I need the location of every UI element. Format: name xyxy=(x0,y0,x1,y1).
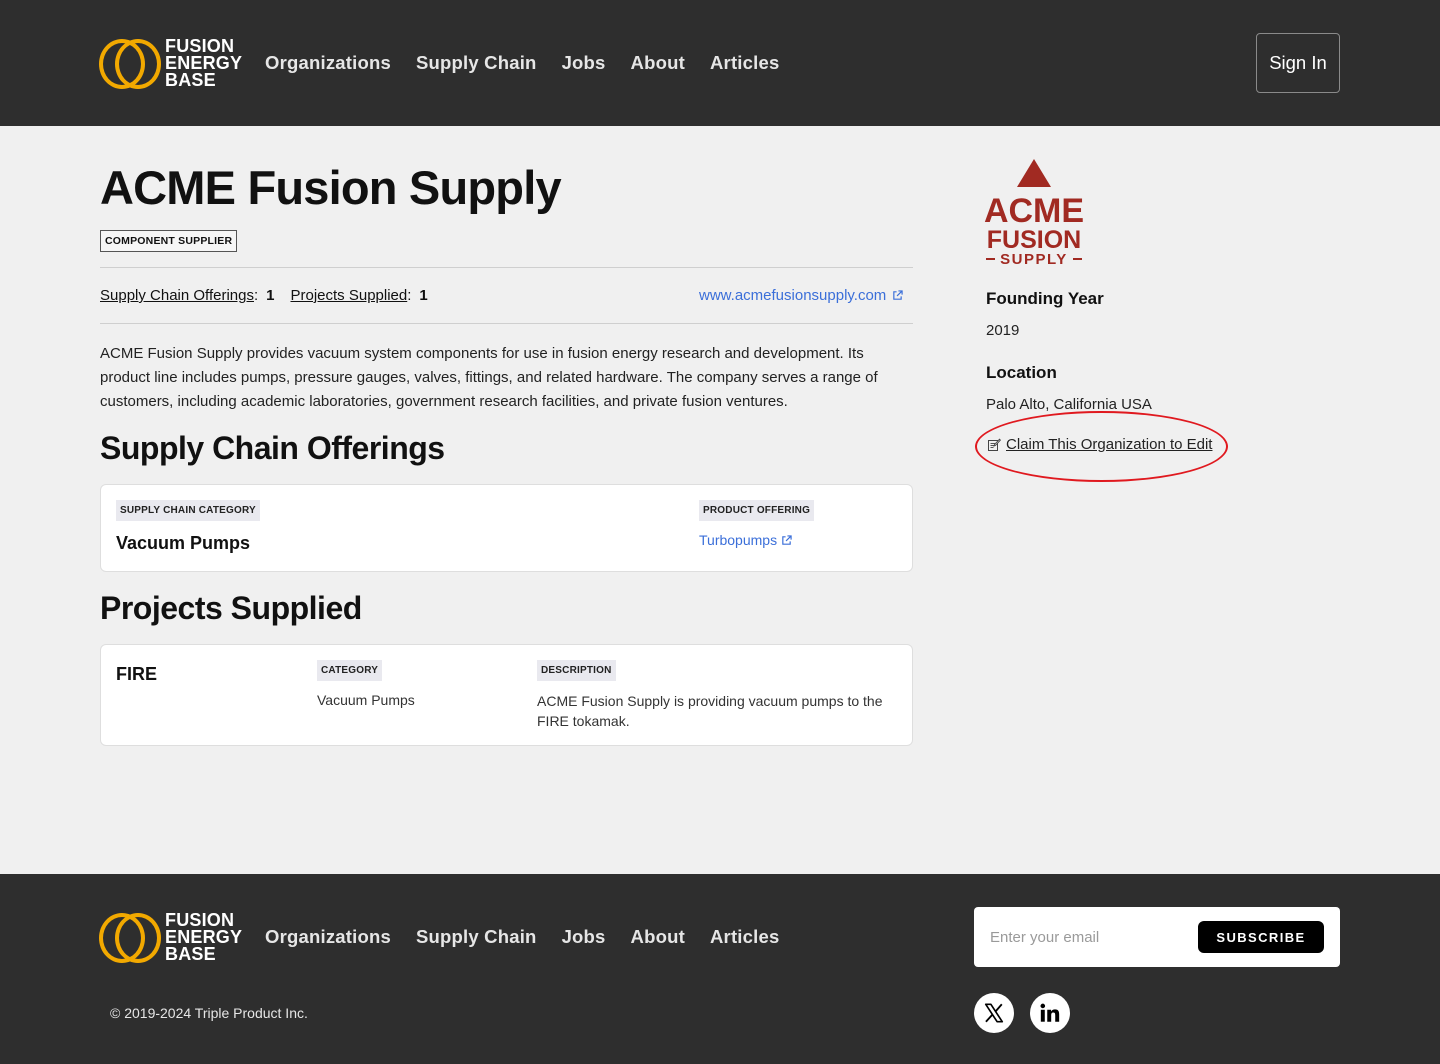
divider xyxy=(100,267,913,268)
logo-rings-icon xyxy=(99,38,163,89)
external-link-icon xyxy=(782,534,792,545)
svg-text:ACME: ACME xyxy=(984,192,1084,230)
footer-nav-organizations[interactable]: Organizations xyxy=(265,926,391,948)
product-link[interactable]: Turbopumps xyxy=(699,532,792,548)
sign-in-button[interactable]: Sign In xyxy=(1256,33,1340,93)
location-value: Palo Alto, California USA xyxy=(986,396,1152,413)
email-input[interactable] xyxy=(990,925,1170,949)
nav-jobs[interactable]: Jobs xyxy=(562,52,606,74)
offering-card: SUPPLY CHAIN CATEGORY Vacuum Pumps PRODU… xyxy=(100,484,913,572)
page-title: ACME Fusion Supply xyxy=(100,161,562,214)
subscribe-button[interactable]: SUBSCRIBE xyxy=(1198,921,1324,953)
description-chip: DESCRIPTION xyxy=(537,660,616,681)
supply-chain-offerings-link[interactable]: Supply Chain Offerings xyxy=(100,287,254,304)
projects-supplied-link[interactable]: Projects Supplied xyxy=(291,287,408,304)
founding-year-value: 2019 xyxy=(986,322,1020,339)
category-chip: CATEGORY xyxy=(317,660,383,681)
nav-organizations[interactable]: Organizations xyxy=(265,52,391,74)
offering-category: Vacuum Pumps xyxy=(116,533,251,553)
nav-articles[interactable]: Articles xyxy=(710,52,779,74)
svg-text:FUSION: FUSION xyxy=(987,226,1081,254)
x-twitter-icon[interactable] xyxy=(974,993,1014,1033)
founding-year-label: Founding Year xyxy=(986,289,1104,308)
footer-nav-supply-chain[interactable]: Supply Chain xyxy=(416,926,537,948)
logo-wordmark: FUSION ENERGY BASE xyxy=(165,910,243,964)
external-link-icon xyxy=(893,290,903,300)
footer-nav-about[interactable]: About xyxy=(631,926,685,948)
newsletter-form: SUBSCRIBE xyxy=(974,907,1340,967)
product-chip: PRODUCT OFFERING xyxy=(699,500,815,521)
website-link[interactable]: www.acmefusionsupply.com xyxy=(699,287,903,304)
org-stats: Supply Chain Offerings: 1 Projects Suppl… xyxy=(100,287,428,304)
location-label: Location xyxy=(986,363,1057,382)
org-description: ACME Fusion Supply provides vacuum syste… xyxy=(100,345,878,410)
projects-supplied-count: 1 xyxy=(419,287,428,304)
footer-nav-articles[interactable]: Articles xyxy=(710,926,779,948)
project-description: ACME Fusion Supply is providing vacuum p… xyxy=(537,693,883,729)
main-nav: Organizations Supply Chain Jobs About Ar… xyxy=(265,52,804,74)
category-chip: SUPPLY CHAIN CATEGORY xyxy=(116,500,260,521)
logo-rings-icon xyxy=(99,912,163,963)
project-card: FIRE CATEGORY Vacuum Pumps DESCRIPTION A… xyxy=(100,644,913,746)
footer-nav-jobs[interactable]: Jobs xyxy=(562,926,606,948)
project-name[interactable]: FIRE xyxy=(116,664,157,685)
logo-wordmark: FUSION ENERGY BASE xyxy=(165,36,243,90)
footer xyxy=(0,874,1440,1064)
org-type-badge: COMPONENT SUPPLIER xyxy=(100,230,238,252)
nav-supply-chain[interactable]: Supply Chain xyxy=(416,52,537,74)
site-logo[interactable]: FUSION ENERGY BASE xyxy=(99,36,243,90)
supply-chain-offerings-count: 1 xyxy=(266,287,275,304)
project-category: Vacuum Pumps xyxy=(317,692,415,708)
divider xyxy=(100,323,913,324)
linkedin-icon[interactable] xyxy=(1030,993,1070,1033)
footer-logo[interactable]: FUSION ENERGY BASE xyxy=(99,910,243,964)
nav-about[interactable]: About xyxy=(631,52,685,74)
product-name[interactable]: Turbopumps xyxy=(699,532,777,548)
svg-text:SUPPLY: SUPPLY xyxy=(1000,251,1068,268)
projects-heading: Projects Supplied xyxy=(100,590,362,626)
annotation-circle xyxy=(975,411,1228,482)
website-url[interactable]: www.acmefusionsupply.com xyxy=(699,287,886,304)
copyright-text: © 2019-2024 Triple Product Inc. xyxy=(110,1005,308,1021)
offerings-heading: Supply Chain Offerings xyxy=(100,430,445,466)
org-logo: ACME FUSION SUPPLY xyxy=(984,159,1084,268)
footer-nav: Organizations Supply Chain Jobs About Ar… xyxy=(265,926,804,948)
